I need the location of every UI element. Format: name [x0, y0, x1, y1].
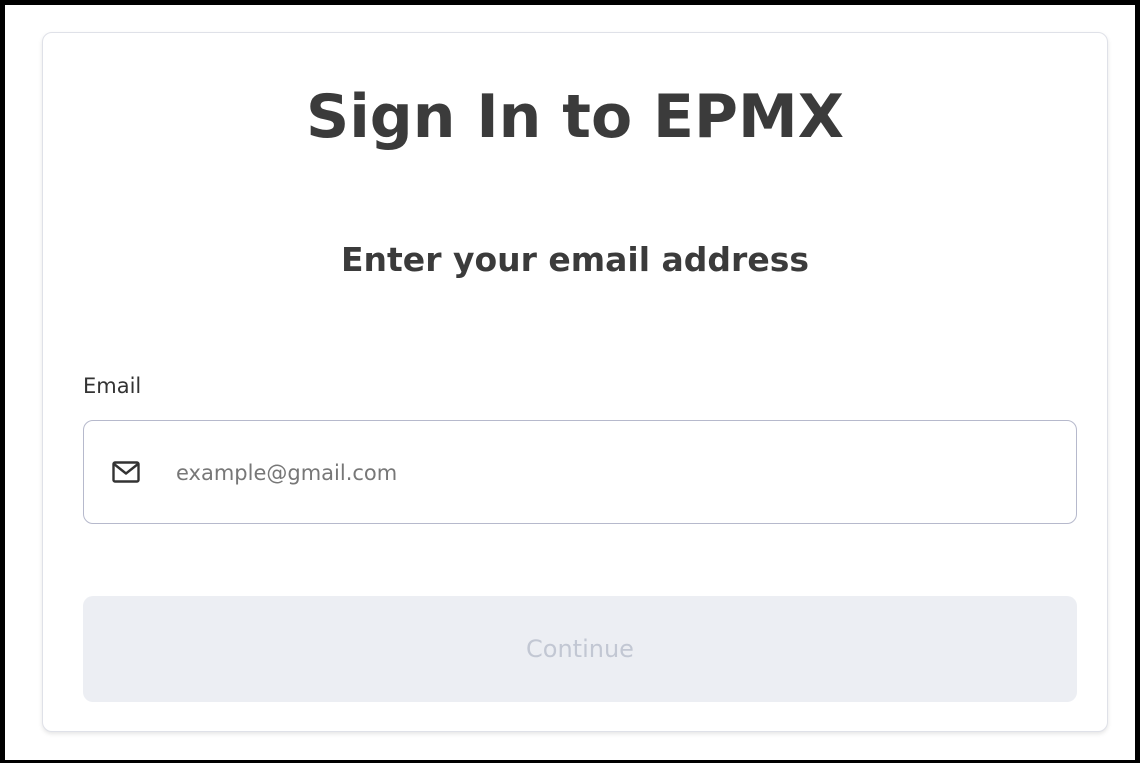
- page-subtitle: Enter your email address: [341, 240, 809, 279]
- email-label: Email: [83, 374, 142, 398]
- page-title: Sign In to EPMX: [306, 82, 844, 152]
- mail-icon: [112, 461, 140, 483]
- sign-in-card: Sign In to EPMX Enter your email address…: [42, 32, 1108, 732]
- email-input[interactable]: [176, 451, 1036, 495]
- email-field[interactable]: [83, 420, 1077, 524]
- continue-button[interactable]: Continue: [83, 596, 1077, 702]
